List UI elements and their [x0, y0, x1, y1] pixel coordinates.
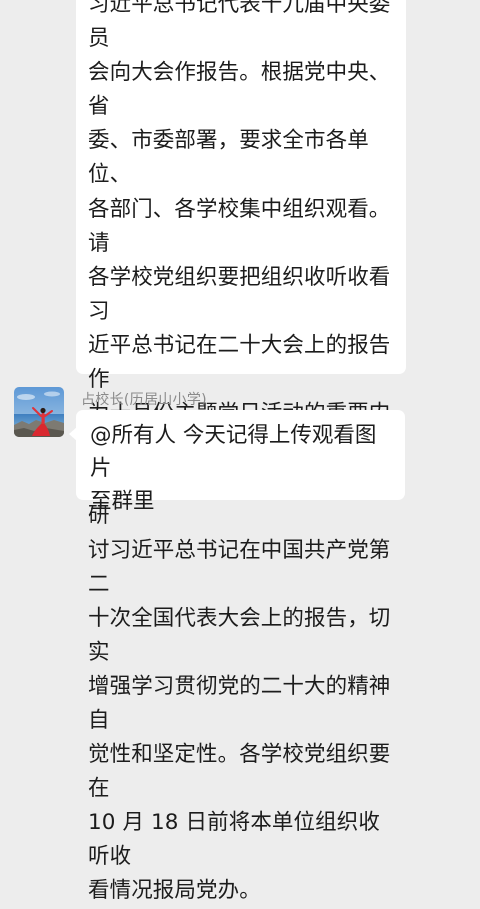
- sender-name: 占校长(历居山小学): [81, 392, 207, 408]
- user-photo-avatar[interactable]: [14, 387, 64, 437]
- message-bubble[interactable]: @所有人 今天记得上传观看图片 至群里: [69, 410, 405, 514]
- chat-message-list[interactable]: 习近平总书记代表十九届中央委员 会向大会作报告。根据党中央、省 委、市委部署，要…: [0, 0, 480, 903]
- message-bubble[interactable]: 习近平总书记代表十九届中央委员 会向大会作报告。根据党中央、省 委、市委部署，要…: [76, 0, 406, 903]
- message-text: @所有人 今天记得上传观看图片 至群里: [90, 423, 377, 514]
- avatar-photo: [14, 387, 64, 437]
